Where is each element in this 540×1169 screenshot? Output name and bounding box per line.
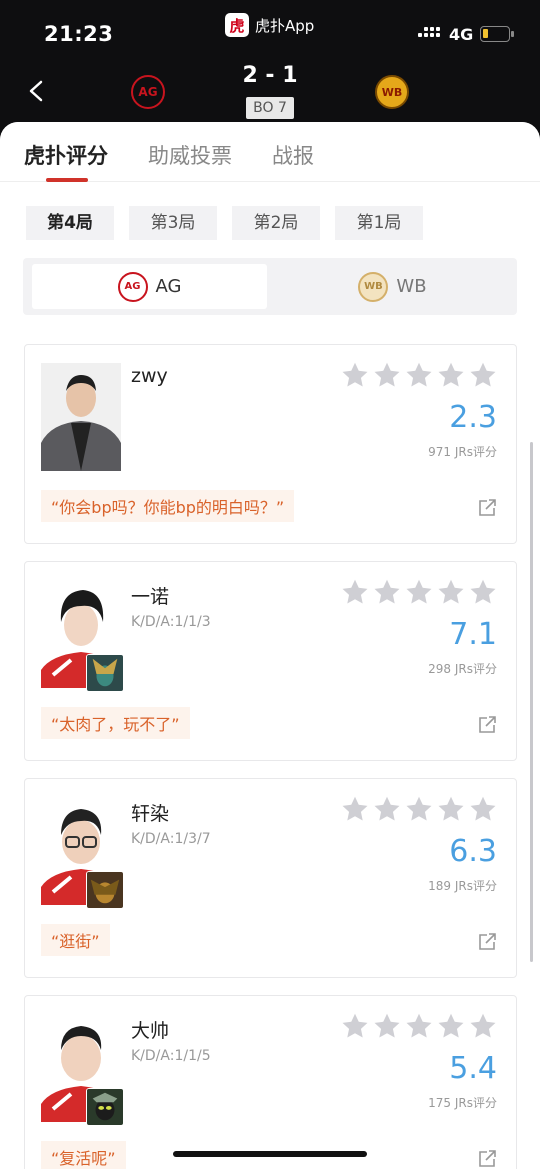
match-format-badge: BO 7 (246, 97, 294, 119)
status-time: 21:23 (44, 22, 114, 46)
ratings-panel: 第4局 第3局 第2局 第1局 AG AG WB WB zwy 2.3 971 … (0, 182, 540, 1169)
team-option-label: AG (155, 276, 182, 297)
ag-logo-icon: AG (117, 271, 148, 302)
player-card[interactable]: 大帅 K/D/A:1/1/5 5.4 175 JRs评分 “复活呢” (24, 995, 517, 1169)
wb-team-logo[interactable]: WB (375, 75, 409, 109)
wb-logo-icon: WB (358, 271, 389, 302)
star-icon[interactable] (469, 361, 497, 389)
star-icon[interactable] (341, 578, 369, 606)
rating-count: 175 JRs评分 (428, 1096, 497, 1110)
scrollbar[interactable] (530, 442, 533, 962)
hupu-logo-icon: 虎 (225, 13, 249, 37)
signal-icon (418, 27, 440, 37)
star-icon[interactable] (405, 1012, 433, 1040)
star-icon[interactable] (341, 361, 369, 389)
share-icon[interactable] (477, 1149, 497, 1169)
star-icon[interactable] (405, 795, 433, 823)
player-kda: K/D/A:1/1/5 (131, 1048, 211, 1064)
tab-report[interactable]: 战报 (272, 140, 314, 170)
app-name: 虎扑App (255, 16, 315, 35)
player-card[interactable]: 轩染 K/D/A:1/3/7 6.3 189 JRs评分 “逛街” (24, 778, 517, 978)
star-rating[interactable] (341, 795, 497, 823)
team-switcher: AG AG WB WB (23, 258, 517, 315)
player-name: 一诺 (131, 586, 170, 608)
star-icon[interactable] (469, 1012, 497, 1040)
game-tab-4[interactable]: 第4局 (26, 206, 114, 240)
player-rating: 2.3 (449, 400, 497, 435)
rating-count: 971 JRs评分 (428, 445, 497, 459)
player-rating: 6.3 (449, 834, 497, 869)
share-icon[interactable] (477, 715, 497, 735)
star-icon[interactable] (469, 795, 497, 823)
star-icon[interactable] (341, 795, 369, 823)
star-icon[interactable] (373, 578, 401, 606)
status-bar: 21:23 虎 虎扑App 4G (0, 0, 540, 60)
player-rating: 7.1 (449, 617, 497, 652)
game-tab-3[interactable]: 第3局 (129, 206, 217, 240)
match-score: 2 - 1 (242, 63, 298, 88)
star-rating[interactable] (341, 361, 497, 389)
star-icon[interactable] (437, 795, 465, 823)
game-selector: 第4局 第3局 第2局 第1局 (26, 206, 423, 240)
star-icon[interactable] (437, 1012, 465, 1040)
ag-team-logo[interactable]: AG (131, 75, 165, 109)
star-rating[interactable] (341, 578, 497, 606)
top-comment[interactable]: “复活呢” (41, 1141, 126, 1169)
game-tab-1[interactable]: 第1局 (335, 206, 423, 240)
star-icon[interactable] (405, 578, 433, 606)
tab-ratings[interactable]: 虎扑评分 (24, 140, 108, 170)
share-icon[interactable] (477, 498, 497, 518)
player-avatar (41, 363, 121, 471)
player-card[interactable]: 一诺 K/D/A:1/1/3 7.1 298 JRs评分 “太肉了，玩不了” (24, 561, 517, 761)
tab-vote[interactable]: 助威投票 (148, 140, 232, 170)
player-kda: K/D/A:1/3/7 (131, 831, 211, 847)
star-icon[interactable] (373, 1012, 401, 1040)
back-arrow-icon[interactable] (26, 80, 48, 102)
team-option-wb[interactable]: WB WB (275, 264, 510, 309)
network-type: 4G (449, 25, 474, 44)
star-icon[interactable] (405, 361, 433, 389)
team-option-label: WB (396, 276, 427, 297)
star-rating[interactable] (341, 1012, 497, 1040)
star-icon[interactable] (437, 578, 465, 606)
player-name: 大帅 (131, 1020, 170, 1042)
content-sheet: 虎扑评分 助威投票 战报 第4局 第3局 第2局 第1局 AG AG WB WB (0, 122, 540, 1169)
top-comment[interactable]: “你会bp吗？你能bp的明白吗？” (41, 490, 295, 522)
battery-icon (480, 26, 514, 42)
hero-icon (86, 871, 124, 909)
share-icon[interactable] (477, 932, 497, 952)
star-icon[interactable] (469, 578, 497, 606)
star-icon[interactable] (341, 1012, 369, 1040)
player-name: 轩染 (131, 803, 170, 825)
hero-icon (86, 1088, 124, 1126)
player-card[interactable]: zwy 2.3 971 JRs评分 “你会bp吗？你能bp的明白吗？” (24, 344, 517, 544)
team-option-ag[interactable]: AG AG (32, 264, 267, 309)
top-comment[interactable]: “太肉了，玩不了” (41, 707, 190, 739)
star-icon[interactable] (437, 361, 465, 389)
star-icon[interactable] (373, 795, 401, 823)
tab-bar: 虎扑评分 助威投票 战报 (0, 122, 540, 182)
top-comment[interactable]: “逛街” (41, 924, 110, 956)
home-indicator[interactable] (173, 1151, 367, 1157)
player-rating: 5.4 (449, 1051, 497, 1086)
star-icon[interactable] (373, 361, 401, 389)
hero-icon (86, 654, 124, 692)
rating-count: 189 JRs评分 (428, 879, 497, 893)
game-tab-2[interactable]: 第2局 (232, 206, 320, 240)
rating-count: 298 JRs评分 (428, 662, 497, 676)
app-indicator[interactable]: 虎 虎扑App (225, 13, 314, 37)
player-name: zwy (131, 365, 168, 387)
player-kda: K/D/A:1/1/3 (131, 614, 211, 630)
